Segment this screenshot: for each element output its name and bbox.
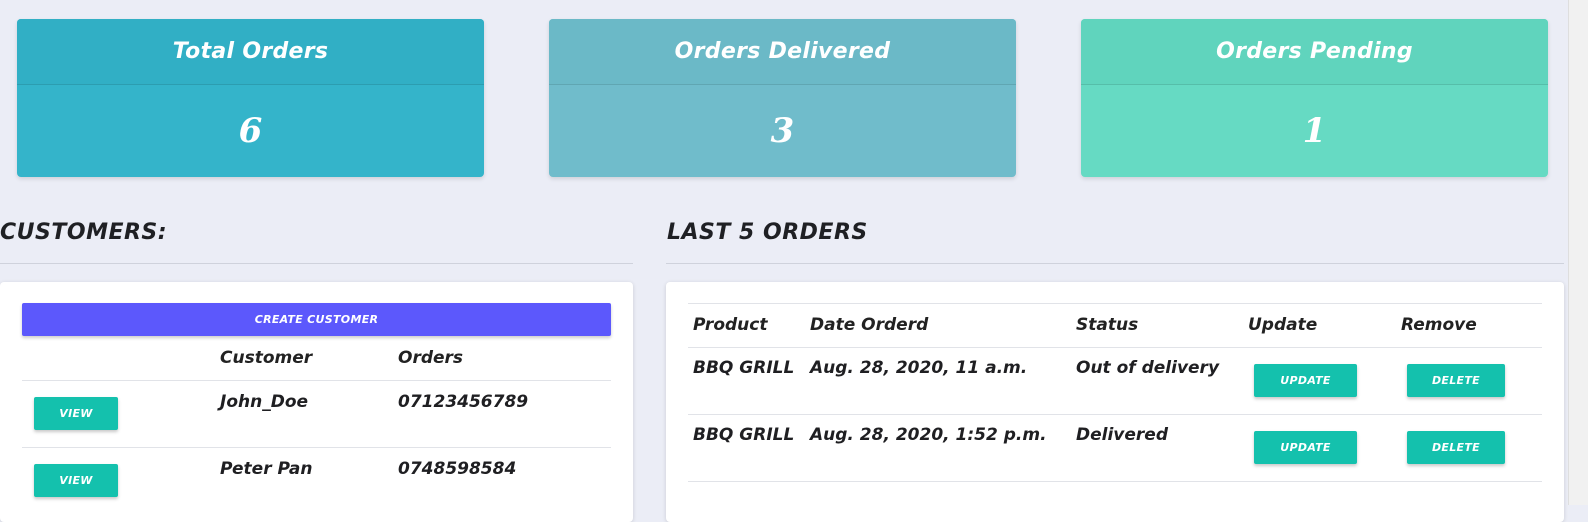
row-divider [688, 347, 1542, 348]
total-orders-value: 6 [238, 111, 263, 151]
customer-orders: 0748598584 [398, 459, 517, 479]
customer-name: John_Doe [220, 392, 309, 412]
create-customer-button[interactable]: CREATE CUSTOMER [22, 303, 611, 336]
row-divider [22, 447, 611, 448]
delete-order-button[interactable]: DELETE [1407, 364, 1505, 397]
update-order-button[interactable]: UPDATE [1254, 364, 1357, 397]
customers-heading: CUSTOMERS: [0, 220, 168, 245]
order-date: Aug. 28, 2020, 1:52 p.m. [810, 425, 1047, 445]
customer-name: Peter Pan [220, 459, 313, 479]
orders-pending-value: 1 [1302, 111, 1327, 151]
customers-panel: CREATE CUSTOMER Customer Orders VIEW Joh… [0, 282, 633, 522]
row-divider [688, 481, 1542, 482]
orders-pending-label: Orders Pending [1081, 19, 1548, 85]
order-status: Out of delivery [1076, 358, 1220, 378]
order-product: BBQ GRILL [693, 358, 795, 378]
orders-delivered-value: 3 [770, 111, 795, 151]
row-divider [688, 414, 1542, 415]
last-orders-heading: LAST 5 ORDERS [667, 220, 868, 245]
update-column-header: Update [1248, 315, 1318, 335]
customer-column-header: Customer [220, 348, 313, 368]
row-divider [688, 303, 1542, 304]
orders-divider [666, 263, 1564, 264]
orders-delivered-card: Orders Delivered 3 [549, 19, 1016, 177]
update-order-button[interactable]: UPDATE [1254, 431, 1357, 464]
delete-order-button[interactable]: DELETE [1407, 431, 1505, 464]
orders-pending-card: Orders Pending 1 [1081, 19, 1548, 177]
remove-column-header: Remove [1401, 315, 1477, 335]
order-product: BBQ GRILL [693, 425, 795, 445]
row-divider [22, 380, 611, 381]
order-status: Delivered [1076, 425, 1168, 445]
total-orders-card: Total Orders 6 [17, 19, 484, 177]
customers-divider [0, 263, 633, 264]
date-column-header: Date Orderd [810, 315, 929, 335]
orders-column-header: Orders [398, 348, 464, 368]
order-date: Aug. 28, 2020, 11 a.m. [810, 358, 1028, 378]
view-customer-button[interactable]: VIEW [34, 464, 118, 497]
product-column-header: Product [693, 315, 768, 335]
view-customer-button[interactable]: VIEW [34, 397, 118, 430]
orders-delivered-label: Orders Delivered [549, 19, 1016, 85]
status-column-header: Status [1076, 315, 1139, 335]
page-scrollbar[interactable] [1568, 0, 1588, 505]
customer-orders: 07123456789 [398, 392, 529, 412]
last-orders-panel: Product Date Orderd Status Update Remove… [666, 282, 1564, 522]
total-orders-label: Total Orders [17, 19, 484, 85]
